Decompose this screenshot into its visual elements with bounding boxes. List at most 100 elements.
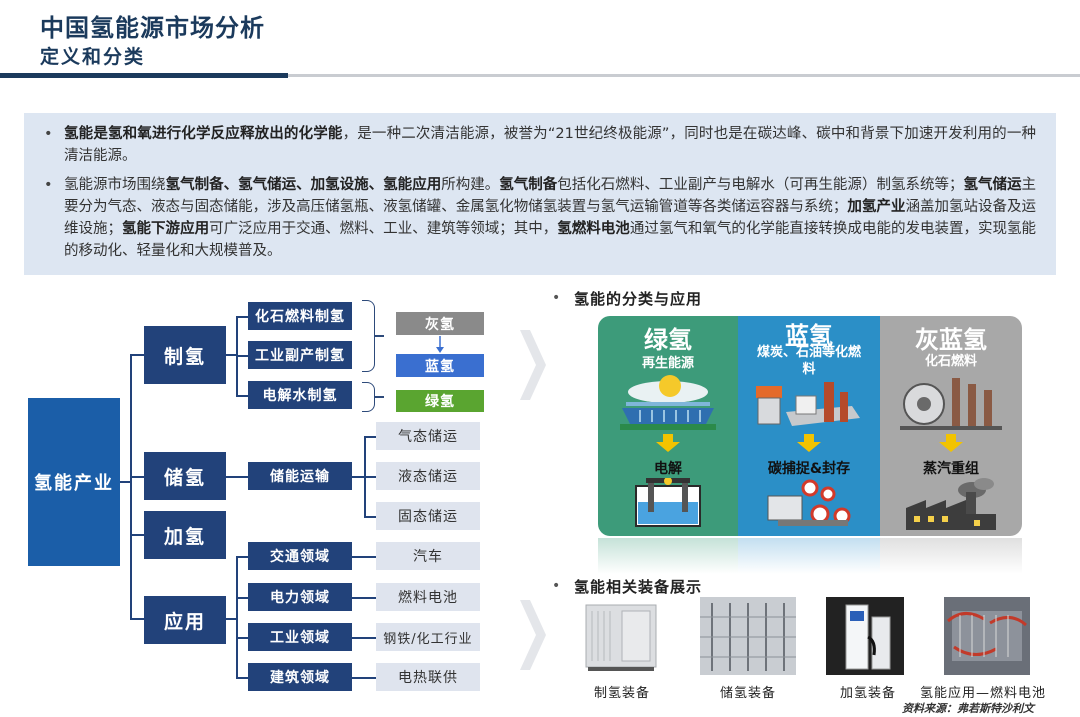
brace-tip (374, 335, 384, 337)
panel-green-hydrogen: 绿氢 再生能源 电解 (598, 316, 738, 536)
text: 可广泛应用于交通、燃料、工业、建筑等领域；其中， (209, 221, 558, 237)
section-title-equipment: 氢能相关装备展示 (574, 578, 703, 596)
connector (120, 481, 130, 483)
node-refuel: 加氢 (144, 511, 226, 559)
equipment-label: 氢能应用—燃料电池 (920, 686, 1047, 701)
app-power: 电力领域 (248, 583, 352, 611)
connector (352, 556, 376, 558)
connector (236, 677, 248, 679)
chevron-right-icon (520, 600, 546, 670)
connector (130, 534, 144, 536)
electrolysis-icon (635, 478, 701, 527)
bold-text: 氢气制备、氢气储运、加氢设施、氢能应用 (165, 177, 442, 193)
connector (364, 476, 376, 478)
app-industry: 工业领域 (248, 623, 352, 651)
fossil-fuel-plant-icon (900, 378, 1002, 430)
bullet-dot: • (552, 578, 561, 594)
hydrogen-refueling-equipment-image (826, 597, 904, 675)
panel-reflection (738, 538, 880, 574)
connector (130, 476, 144, 478)
equipment-label: 加氢装备 (840, 686, 897, 701)
panel-step: 蒸汽重组 (923, 461, 979, 477)
page-title: 中国氢能源市场分析 (40, 14, 265, 42)
connector (130, 618, 144, 620)
arrow-down-icon (436, 336, 444, 353)
arrow-down-icon (939, 434, 963, 452)
connector (236, 556, 248, 558)
blue-hydrogen: 蓝氢 (396, 354, 484, 377)
bold-text: 氢气制备 (499, 177, 558, 193)
bold-text: 氢气储运 (963, 177, 1022, 193)
panel-subtitle: 煤炭、石油等化燃料 (756, 345, 861, 377)
connector (352, 597, 376, 599)
app-building: 建筑领域 (248, 663, 352, 691)
header-rule-light (288, 74, 1080, 77)
summary-box: 氢能是氢和氧进行化学反应释放出的化学能，是一种二次清洁能源，被誉为“21世纪终极… (24, 113, 1056, 275)
bold-text: 氢能下游应用 (122, 221, 210, 237)
node-application: 应用 (144, 596, 226, 644)
panel-subtitle: 化石燃料 (924, 354, 977, 369)
connector (236, 637, 248, 639)
panel-reflection (880, 538, 1022, 574)
text: 所构建。 (441, 177, 500, 193)
panel-subtitle: 再生能源 (641, 356, 694, 371)
panel-blue-hydrogen: 蓝氢 煤炭、石油等化燃料 碳捕捉&封存 (738, 316, 880, 536)
connector (364, 516, 376, 518)
storage-liquid: 液态储运 (376, 462, 480, 490)
bold-text: 氢燃料电池 (557, 221, 630, 237)
header-rule-dark (0, 73, 288, 78)
connector (364, 436, 376, 438)
node-storage: 储氢 (144, 452, 226, 500)
connector (236, 395, 248, 397)
connector (236, 556, 238, 678)
panel-step: 电解 (654, 461, 682, 477)
panel-reflection (598, 538, 738, 574)
produce-industrial: 工业副产制氢 (248, 341, 352, 369)
text: 氢能源市场围绕 (64, 177, 166, 193)
use-fuel-cell: 燃料电池 (376, 583, 480, 611)
bold-text: 氢能是氢和氧进行化学反应释放出的化学能 (64, 126, 343, 142)
connector (352, 476, 364, 478)
connector (236, 355, 248, 357)
use-chp: 电热联供 (376, 663, 480, 691)
summary-bullet-2: 氢能源市场围绕氢气制备、氢气储运、加氢设施、氢能应用所构建。氢气制备包括化石燃料… (42, 174, 1036, 262)
node-produce: 制氢 (144, 326, 226, 384)
fuel-cell-image (944, 597, 1030, 675)
connector (226, 354, 236, 356)
produce-fossil: 化石燃料制氢 (248, 302, 352, 330)
equipment-label: 储氢装备 (720, 686, 777, 701)
summary-bullet-1: 氢能是氢和氧进行化学反应释放出的化学能，是一种二次清洁能源，被誉为“21世纪终极… (42, 123, 1036, 167)
renewable-energy-icon (620, 375, 716, 430)
storage-solid: 固态储运 (376, 502, 480, 530)
source-note: 资料来源：弗若斯特沙利文 (902, 702, 1034, 715)
section-title-classify: 氢能的分类与应用 (574, 290, 703, 308)
hydrogen-storage-equipment-image (700, 597, 796, 675)
brace-tip (374, 396, 384, 398)
gray-hydrogen: 灰氢 (396, 312, 484, 335)
produce-electrolysis: 电解水制氢 (248, 381, 352, 409)
connector (352, 637, 376, 639)
bold-text: 加氢产业 (847, 199, 906, 215)
coal-oil-plant-icon (756, 382, 860, 426)
text: 包括化石燃料、工业副产与电解水（可再生能源）制氢系统等； (557, 177, 964, 193)
connector (236, 597, 248, 599)
connector (130, 354, 144, 356)
tree-root: 氢能产业 (28, 398, 120, 566)
panel-gray-blue-hydrogen: 灰蓝氢 化石燃料 蒸汽重组 (880, 316, 1022, 536)
steam-reforming-factory-icon (906, 478, 996, 530)
equipment-label: 制氢装备 (594, 686, 651, 701)
carbon-capture-icon (767, 479, 851, 526)
connector (226, 476, 248, 478)
connector (352, 677, 376, 679)
use-car: 汽车 (376, 542, 480, 570)
use-steel-chem: 钢铁/化工行业 (376, 623, 480, 651)
storage-transport: 储能运输 (248, 462, 352, 490)
panel-step: 碳捕捉&封存 (767, 461, 851, 477)
connector (226, 618, 236, 620)
app-transport: 交通领域 (248, 542, 352, 570)
hydrogen-production-equipment-image (585, 604, 657, 671)
arrow-down-icon (656, 434, 680, 452)
chevron-right-icon (520, 330, 546, 400)
storage-gas: 气态储运 (376, 422, 480, 450)
panel-title: 绿氢 (644, 326, 692, 354)
